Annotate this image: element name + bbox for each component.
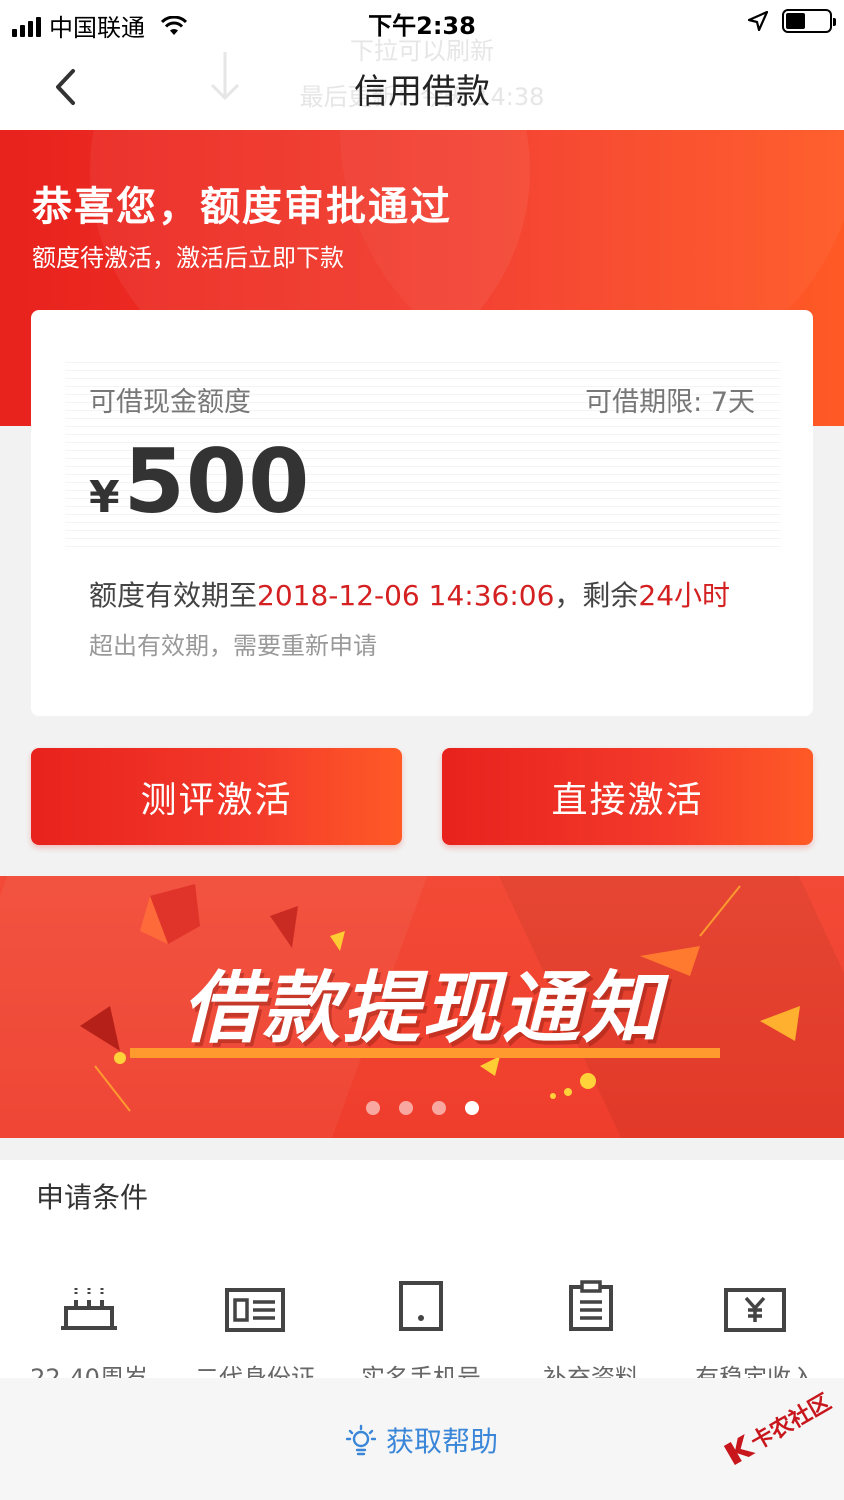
condition-item-age: 22-40周岁 [5, 1280, 173, 1393]
banner-pagination[interactable] [0, 1101, 844, 1115]
credit-quota-card: 可借现金额度 可借期限: 7天 ¥ 500 额度有效期至2018-12-06 1… [31, 310, 813, 716]
application-conditions: 申请条件 22-40周岁 二代身份证 实名手机号 [0, 1160, 844, 1392]
bottom-help-bar: 获取帮助 [0, 1378, 844, 1500]
page-title: 信用借款 [354, 72, 490, 112]
evaluate-activate-button[interactable]: 测评激活 [31, 748, 402, 845]
approval-subtitle: 额度待激活，激活后立即下款 [32, 244, 344, 272]
validity-prefix: 额度有效期至 [89, 579, 258, 612]
clipboard-icon [569, 1280, 613, 1331]
battery-icon [782, 9, 836, 33]
help-label: 获取帮助 [385, 1425, 498, 1458]
status-time: 下午2:38 [368, 12, 476, 40]
approval-title: 恭喜您，额度审批通过 [32, 184, 452, 230]
expire-note: 超出有效期，需要重新申请 [89, 632, 377, 660]
location-arrow-icon [748, 11, 768, 31]
conditions-title: 申请条件 [36, 1181, 149, 1214]
quota-label: 可借现金额度 [89, 387, 251, 418]
condition-item-materials: 补充资料 [507, 1280, 675, 1393]
banner-dot[interactable] [365, 1101, 380, 1115]
get-help-link[interactable]: 获取帮助 [0, 1420, 844, 1460]
promo-banner[interactable]: 借款提现通知 [0, 876, 844, 1138]
validity-date: 2018-12-06 14:36:06 [257, 579, 555, 612]
cake-icon [61, 1288, 117, 1330]
direct-activate-button[interactable]: 直接激活 [442, 748, 813, 845]
banner-title: 借款提现通知 [181, 964, 662, 1054]
yuan-note-icon [724, 1288, 786, 1332]
validity-remaining: 24小时 [638, 579, 731, 612]
condition-item-id: 二代身份证 [171, 1280, 339, 1393]
nav-bar: 下拉可以刷新 最后更新：今天 14:38 信用借款 [0, 37, 844, 130]
validity-mid: ，剩余 [554, 579, 639, 612]
banner-dot[interactable] [398, 1101, 413, 1115]
status-right [748, 9, 836, 33]
condition-item-income: 有稳定收入 [671, 1280, 839, 1393]
status-bar: 中国联通 下午2:38 [0, 0, 844, 44]
term-label: 可借期限: 7天 [585, 387, 755, 418]
banner-dot[interactable] [464, 1101, 479, 1115]
id-card-icon [225, 1288, 285, 1332]
currency-symbol: ¥ [89, 472, 120, 523]
phone-icon [399, 1281, 443, 1331]
battery-level [786, 13, 805, 29]
amount-value: 500 [123, 430, 311, 533]
validity-text: 额度有效期至2018-12-06 14:36:06，剩余24小时 [89, 574, 730, 614]
condition-item-phone: 实名手机号 [337, 1280, 505, 1393]
banner-dot[interactable] [431, 1101, 446, 1115]
quota-amount: ¥ 500 [89, 430, 310, 533]
lightbulb-icon [345, 1424, 376, 1456]
